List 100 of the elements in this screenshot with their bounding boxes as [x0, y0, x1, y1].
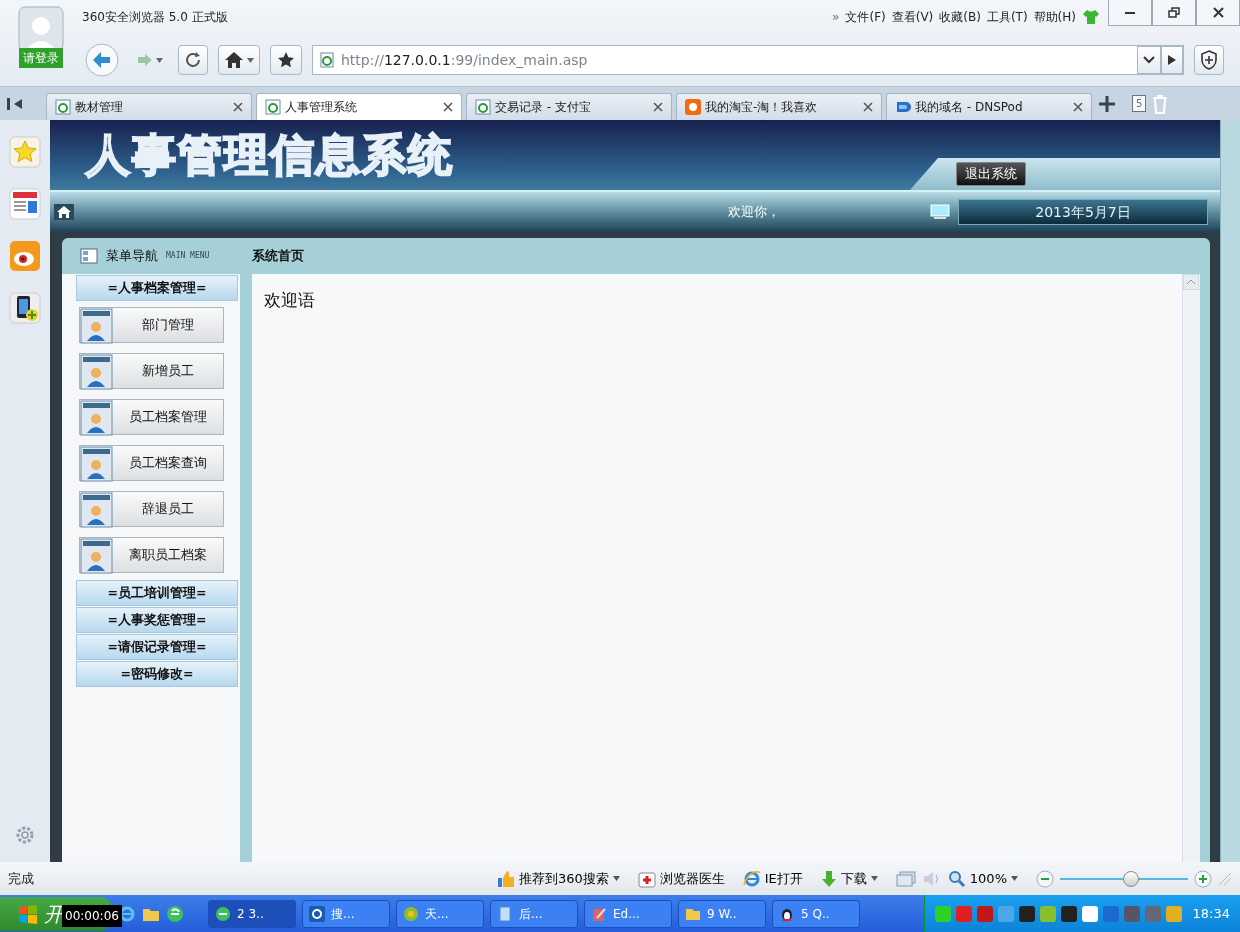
tray-icon[interactable]: [1081, 905, 1098, 922]
caret-icon: [247, 57, 254, 63]
user-icon: [80, 492, 113, 528]
minimize-icon: [1125, 11, 1135, 14]
dropdown-button[interactable]: [1137, 46, 1161, 74]
taskbar-button[interactable]: 9 W..: [678, 899, 766, 928]
menu-item[interactable]: 工具(T): [986, 8, 1028, 26]
window-icon[interactable]: [895, 870, 916, 887]
menu-group[interactable]: =请假记录管理=: [76, 634, 238, 660]
favorite-button[interactable]: [270, 45, 302, 75]
taskbar-button[interactable]: 后...: [490, 899, 578, 928]
welcome-message: 欢迎语: [263, 289, 316, 312]
close-icon[interactable]: [233, 102, 243, 112]
refresh-button[interactable]: [178, 45, 208, 75]
tab-page-icon: [55, 99, 71, 115]
taskbar-button[interactable]: Ed...: [584, 899, 672, 928]
menu-item[interactable]: 部门管理: [79, 307, 224, 343]
browser-tab[interactable]: 我的域名 - DNSPod: [886, 92, 1092, 121]
close-icon[interactable]: [653, 102, 663, 112]
zoom-in-icon[interactable]: [1194, 869, 1212, 888]
window-button[interactable]: [1152, 0, 1196, 26]
monitor-icon: [930, 204, 950, 220]
tray-icon[interactable]: [1123, 905, 1140, 922]
app-icon: [215, 905, 231, 922]
news-icon[interactable]: [9, 188, 41, 220]
user-icon: [80, 446, 113, 482]
logout-button[interactable]: 退出系统: [956, 162, 1026, 186]
more-menu[interactable]: »: [832, 8, 840, 26]
caret-icon: [870, 876, 878, 881]
menu-item[interactable]: 员工档案管理: [79, 399, 224, 435]
close-icon[interactable]: [863, 102, 873, 112]
user-icon: [80, 354, 113, 390]
scrollbar[interactable]: [1220, 120, 1240, 862]
home-icon: [224, 51, 244, 69]
welcome-text: 欢迎你，: [728, 203, 780, 222]
home-icon[interactable]: [54, 204, 74, 220]
recommend-button[interactable]: 推荐到360搜索: [496, 868, 620, 889]
window-button[interactable]: [1196, 0, 1240, 26]
browser-icon[interactable]: [166, 904, 184, 923]
ie-open-button[interactable]: IE打开: [742, 868, 803, 889]
menu-item[interactable]: 员工档案查询: [79, 445, 224, 481]
shield-button[interactable]: [1194, 45, 1224, 75]
shirt-icon[interactable]: [1082, 9, 1100, 25]
tray-icon[interactable]: [1060, 905, 1077, 922]
address-field[interactable]: http://127.0.0.1:99/index_main.asp: [312, 45, 1184, 75]
menu-group[interactable]: =员工培训管理=: [76, 580, 238, 606]
user-icon: [80, 400, 113, 436]
browser-tab[interactable]: 我的淘宝-淘！我喜欢: [676, 92, 882, 121]
taskbar-button[interactable]: 天...: [396, 899, 484, 928]
taskbar-button[interactable]: 搜...: [302, 899, 390, 928]
back-icon[interactable]: [82, 42, 122, 78]
resize-grip-icon[interactable]: [1218, 871, 1232, 886]
app-icon: [497, 905, 513, 922]
browser-tab[interactable]: 人事管理系统: [256, 92, 462, 121]
close-icon[interactable]: [1073, 102, 1083, 112]
close-icon[interactable]: [443, 102, 453, 112]
settings-icon[interactable]: [14, 824, 36, 846]
zoom-out-icon[interactable]: [1036, 869, 1054, 888]
shield-icon: [1200, 50, 1218, 70]
menu-item[interactable]: 帮助(H): [1033, 8, 1076, 26]
menu-icon: [80, 248, 98, 264]
app-icon: [403, 905, 419, 922]
caret-icon: [612, 876, 620, 881]
menu-item[interactable]: 辞退员工: [79, 491, 224, 527]
menu-group[interactable]: =人事奖惩管理=: [76, 607, 238, 633]
taskbar-button[interactable]: 2 3..: [208, 899, 296, 928]
ie-icon: [742, 869, 761, 888]
scroll-up-icon[interactable]: [1183, 274, 1199, 290]
medkit-icon: [637, 869, 656, 888]
tray-icon[interactable]: [1018, 905, 1035, 922]
browser-tab[interactable]: 交易记录 - 支付宝: [466, 92, 672, 121]
tab-page-icon: [265, 99, 281, 115]
download-icon: [820, 869, 837, 888]
menu-item[interactable]: 文件(F): [845, 8, 886, 26]
menu-group[interactable]: =密码修改=: [76, 661, 238, 687]
menu-item[interactable]: 收藏(B): [939, 8, 981, 26]
menu-item[interactable]: 新增员工: [79, 353, 224, 389]
home-button[interactable]: [218, 45, 260, 75]
tray-icon[interactable]: [976, 905, 993, 922]
browser-tab[interactable]: 教材管理: [46, 92, 252, 121]
page-icon: [319, 52, 335, 68]
go-button[interactable]: [1161, 46, 1183, 74]
doctor-button[interactable]: 浏览器医生: [637, 868, 725, 889]
close-icon: [1212, 7, 1224, 18]
menu-item[interactable]: 查看(V): [891, 8, 934, 26]
slider-thumb[interactable]: [1122, 870, 1139, 887]
taskbar-button[interactable]: 5 Q..: [772, 899, 860, 928]
mobile-icon[interactable]: [9, 292, 41, 324]
download-button[interactable]: 下载: [820, 868, 878, 889]
date-display: 2013年5月7日: [958, 199, 1208, 225]
menu-group[interactable]: =人事档案管理=: [76, 275, 238, 301]
menu-item[interactable]: 离职员工档案: [79, 537, 224, 573]
user-icon: [80, 538, 113, 574]
play-icon: [1167, 54, 1177, 66]
site-logo: 人事管理信息系统: [86, 133, 454, 177]
tab-count[interactable]: 5: [1132, 95, 1147, 112]
thumbs-up-icon: [496, 869, 515, 888]
app-icon: [309, 905, 325, 922]
zoom-icon: [947, 869, 966, 888]
zoom-button[interactable]: 100%: [947, 868, 1018, 889]
